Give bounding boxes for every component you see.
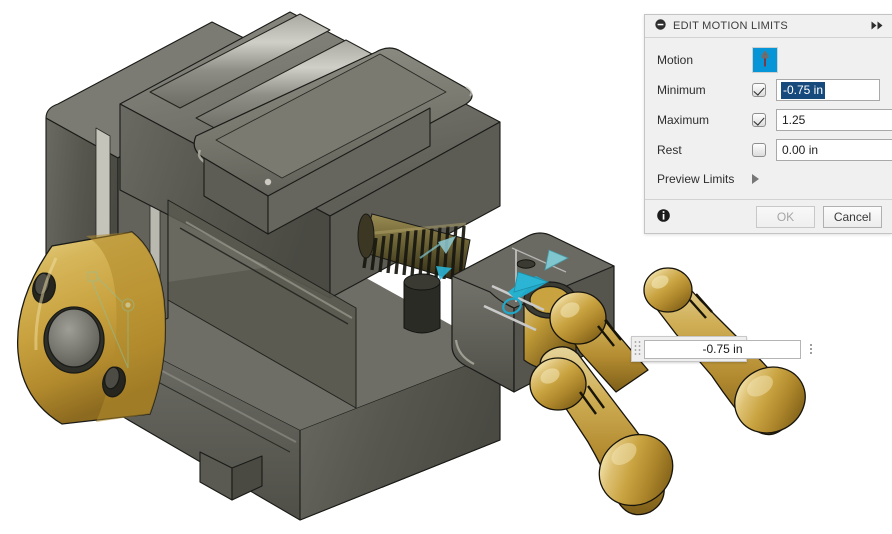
row-rest: Rest xyxy=(645,135,892,165)
motion-label: Motion xyxy=(657,53,694,67)
info-icon[interactable] xyxy=(657,208,670,225)
row-maximum: Maximum xyxy=(645,105,892,135)
preview-limits-label: Preview Limits xyxy=(657,172,735,186)
dialog-header: EDIT MOTION LIMITS xyxy=(645,15,892,38)
edit-motion-limits-dialog: EDIT MOTION LIMITS Motion Minimum -0.75 … xyxy=(644,14,892,234)
dialog-body: Motion Minimum -0.75 in Maximum 1.25 Res… xyxy=(645,38,892,199)
maximum-checkbox[interactable] xyxy=(752,113,776,127)
dialog-footer: OK Cancel xyxy=(645,199,892,233)
maximum-checkbox-box[interactable] xyxy=(752,113,766,127)
drag-grip-icon[interactable] xyxy=(632,337,643,361)
inline-distance-input[interactable] xyxy=(644,339,801,359)
slider-motion-icon[interactable] xyxy=(752,47,778,73)
ok-button[interactable]: OK xyxy=(756,205,815,228)
maximum-label: Maximum xyxy=(657,113,710,127)
more-options-icon[interactable] xyxy=(802,337,820,361)
collapse-minus-icon[interactable] xyxy=(655,19,666,33)
minimum-value: -0.75 in xyxy=(781,81,826,99)
maximum-input[interactable] xyxy=(776,109,892,131)
handle-levers xyxy=(529,267,806,516)
row-motion: Motion xyxy=(645,45,892,75)
rest-checkbox-box[interactable] xyxy=(752,143,766,157)
knurled-nut xyxy=(403,273,441,334)
rest-checkbox[interactable] xyxy=(752,143,776,157)
minimum-checkbox[interactable] xyxy=(752,83,776,97)
screw-end-cap xyxy=(357,213,375,259)
expand-triangle-icon[interactable] xyxy=(752,174,759,184)
rest-input[interactable] xyxy=(776,139,892,161)
row-preview-limits[interactable]: Preview Limits xyxy=(645,165,892,193)
minimum-input[interactable]: -0.75 in xyxy=(776,79,880,101)
minimum-checkbox-box[interactable] xyxy=(752,83,766,97)
double-chevron-right-icon[interactable] xyxy=(871,19,886,33)
dialog-title: EDIT MOTION LIMITS xyxy=(673,20,788,32)
inline-value-editor[interactable] xyxy=(631,336,812,362)
cancel-button[interactable]: Cancel xyxy=(823,205,882,228)
rest-label: Rest xyxy=(657,143,682,157)
minimum-label: Minimum xyxy=(657,83,706,97)
row-minimum: Minimum -0.75 in xyxy=(645,75,892,105)
brass-handwheel xyxy=(16,231,166,425)
